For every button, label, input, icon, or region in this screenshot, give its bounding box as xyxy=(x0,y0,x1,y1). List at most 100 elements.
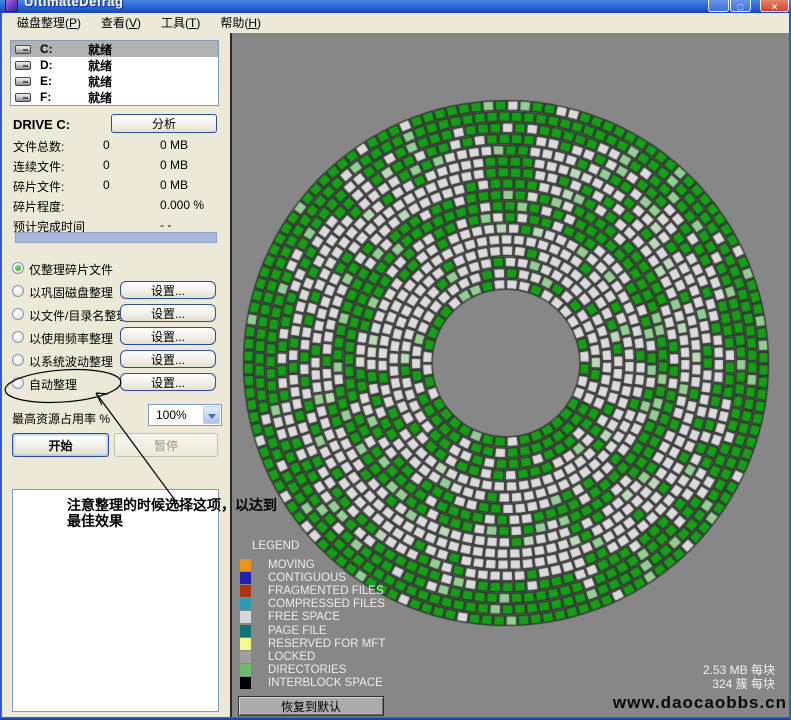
drive-name: E: xyxy=(40,74,73,88)
stat-size: 0 MB xyxy=(160,138,188,152)
legend-item-8: LOCKED xyxy=(240,650,385,663)
menu-item-4[interactable]: 帮助(H) xyxy=(210,12,271,34)
legend-chip xyxy=(240,651,251,663)
settings-button-3[interactable]: 设置... xyxy=(120,304,216,322)
legend-chip xyxy=(240,572,251,584)
minimize-icon: _ xyxy=(716,2,721,12)
stat-count: 0 xyxy=(103,178,110,192)
stat-size: - - xyxy=(160,218,171,232)
resource-usage-value: 100% xyxy=(156,408,187,422)
resource-usage-select[interactable]: 100% xyxy=(148,404,222,426)
radio-label: 仅整理碎片文件 xyxy=(29,261,113,278)
radio-label: 以系统波动整理 xyxy=(29,353,113,370)
drive-row-C[interactable]: C:就绪 xyxy=(11,41,218,57)
legend-item-4: COMPRESSED FILES xyxy=(240,598,385,611)
drive-icon xyxy=(15,77,31,86)
maximize-button[interactable]: □ xyxy=(730,0,751,12)
drive-label: DRIVE C: xyxy=(13,117,70,132)
drive-status: 就绪 xyxy=(88,57,112,74)
defrag-option-2: 以巩固磁盘整理设置... xyxy=(10,284,220,304)
legend: LEGEND MOVINGCONTIGUOUSFRAGMENTED FILESC… xyxy=(240,540,385,690)
radio-button[interactable] xyxy=(12,262,24,274)
legend-item-5: FREE SPACE xyxy=(240,611,385,624)
defrag-option-3: 以文件/目录名整理设置... xyxy=(10,307,220,327)
drive-status: 就绪 xyxy=(88,89,112,106)
radio-button[interactable] xyxy=(12,331,24,343)
drive-list: C:就绪D: 就绪E:就绪F: 就绪 xyxy=(10,40,219,106)
minimize-button[interactable]: _ xyxy=(708,0,729,12)
legend-label: LOCKED xyxy=(268,651,315,663)
drive-row-D[interactable]: D: 就绪 xyxy=(11,57,218,73)
legend-label: FREE SPACE xyxy=(268,611,340,623)
legend-chip xyxy=(240,638,251,650)
settings-button-2[interactable]: 设置... xyxy=(120,281,216,299)
block-size-text: 2.53 MB 每块 xyxy=(703,663,775,677)
drive-name: C: xyxy=(40,42,73,56)
stat-row-4: 碎片程度:0.000 % xyxy=(13,196,218,216)
legend-item-2: CONTIGUOUS xyxy=(240,571,385,584)
legend-chip xyxy=(240,625,251,637)
stat-row-2: 连续文件:00 MB xyxy=(13,156,218,176)
window-border-left xyxy=(0,13,2,720)
legend-item-10: INTERBLOCK SPACE xyxy=(240,677,385,690)
settings-button-6[interactable]: 设置... xyxy=(120,373,216,391)
radio-button[interactable] xyxy=(12,285,24,297)
legend-label: COMPRESSED FILES xyxy=(268,598,385,610)
legend-label: CONTIGUOUS xyxy=(268,572,346,584)
control-panel: C:就绪D:就绪E:就绪F:就绪 DRIVE C: 分析 文件总数:00 MB连… xyxy=(0,33,230,717)
settings-button-4[interactable]: 设置... xyxy=(120,327,216,345)
legend-chip xyxy=(240,664,251,676)
defrag-option-4: 以使用频率整理设置... xyxy=(10,330,220,350)
drive-name: F: xyxy=(40,90,73,104)
legend-item-1: MOVING xyxy=(240,558,385,571)
app-window: UltimateDefrag _ □ ✕ 磁盘整理(P)查看(V)工具(T)帮助… xyxy=(0,0,791,720)
window-title: UltimateDefrag xyxy=(24,0,123,9)
stat-size: 0 MB xyxy=(160,158,188,172)
radio-button[interactable] xyxy=(12,377,24,389)
radio-label: 以文件/目录名整理 xyxy=(29,307,128,324)
app-icon xyxy=(5,0,18,12)
legend-item-7: RESERVED FOR MFT xyxy=(240,637,385,650)
menu-item-2[interactable]: 查看(V) xyxy=(91,12,151,34)
legend-chip xyxy=(240,677,251,689)
settings-button-5[interactable]: 设置... xyxy=(120,350,216,368)
legend-chip xyxy=(240,585,251,597)
cluster-size-text: 324 簇 每块 xyxy=(703,677,775,691)
pause-button[interactable]: 暂停 xyxy=(114,433,218,457)
drive-row-F[interactable]: F: 就绪 xyxy=(11,89,218,105)
menu-item-3[interactable]: 工具(T) xyxy=(151,12,210,34)
legend-chip xyxy=(240,611,251,623)
block-info: 2.53 MB 每块 324 簇 每块 xyxy=(703,663,775,691)
legend-label: PAGE FILE xyxy=(268,625,327,637)
legend-label: RESERVED FOR MFT xyxy=(268,638,385,650)
menu-item-1[interactable]: 磁盘整理(P) xyxy=(7,12,91,34)
stat-label: 碎片文件: xyxy=(13,178,64,195)
legend-item-3: FRAGMENTED FILES xyxy=(240,584,385,597)
restore-default-button[interactable]: 恢复到默认 xyxy=(238,696,384,716)
resource-usage-label: 最高资源占用率 % xyxy=(12,410,110,427)
legend-label: INTERBLOCK SPACE xyxy=(268,677,383,689)
combo-dropdown-button[interactable] xyxy=(203,406,220,424)
radio-button[interactable] xyxy=(12,354,24,366)
legend-label: DIRECTORIES xyxy=(268,664,346,676)
stat-label: 连续文件: xyxy=(13,158,64,175)
start-button[interactable]: 开始 xyxy=(12,433,109,457)
stat-row-3: 碎片文件:00 MB xyxy=(13,176,218,196)
drive-row-E[interactable]: E:就绪 xyxy=(11,73,218,89)
drive-name: D: xyxy=(40,58,73,72)
stat-count: 0 xyxy=(103,138,110,152)
event-listbox[interactable] xyxy=(12,489,219,712)
stat-label: 文件总数: xyxy=(13,138,64,155)
radio-button[interactable] xyxy=(12,308,24,320)
drive-icon xyxy=(15,61,31,70)
radio-label: 自动整理 xyxy=(29,376,77,393)
progress-bar xyxy=(15,232,217,243)
drive-icon xyxy=(15,45,31,54)
analyze-button[interactable]: 分析 xyxy=(111,114,217,133)
close-button[interactable]: ✕ xyxy=(760,0,789,12)
legend-chip xyxy=(240,598,251,610)
defrag-option-5: 以系统波动整理设置... xyxy=(10,353,220,373)
drive-icon xyxy=(15,93,31,102)
legend-label: MOVING xyxy=(268,559,315,571)
defrag-option-6: 自动整理 设置... xyxy=(10,376,220,396)
